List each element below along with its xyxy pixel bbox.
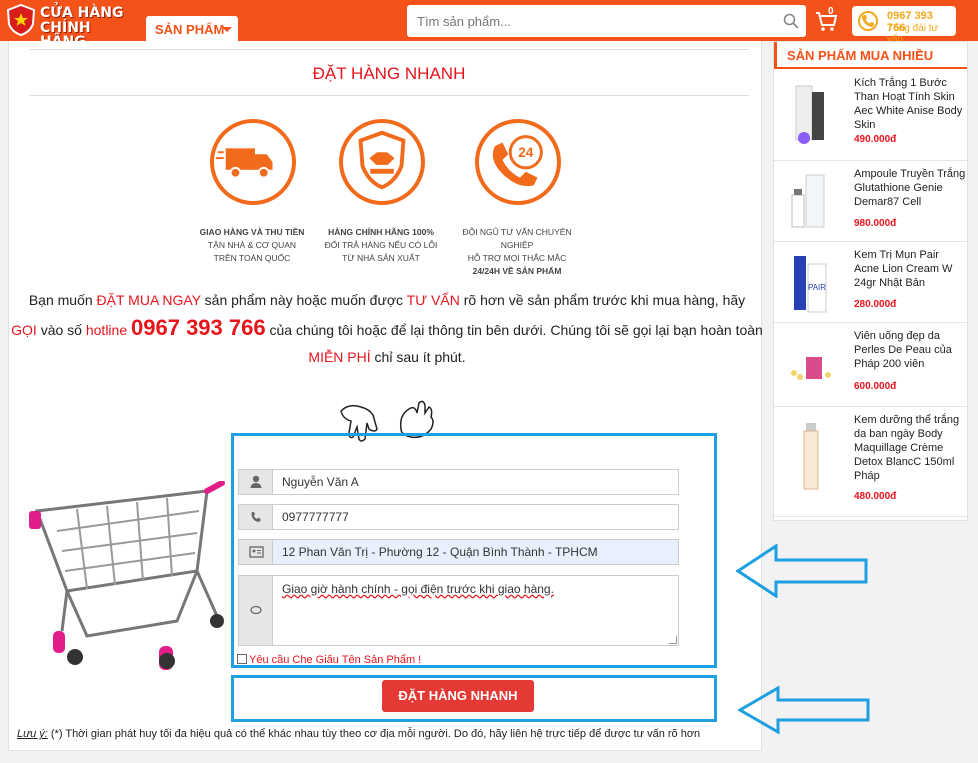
feature-title: ĐỘI NGŨ TƯ VẤN CHUYÊN NGHIỆP [462,227,572,250]
top-header: CỬA HÀNG CHÍNH HÃNG SẢN PHẨM 0 0967 393 … [0,0,978,49]
product-item[interactable]: Kem dưỡng thể trắng da ban ngày Body Maq… [774,407,967,517]
divider [29,95,749,96]
checkbox-label: Yêu cầu Che Giấu Tên Sản Phẩm ! [249,654,422,666]
search-icon[interactable] [783,13,799,29]
intro-text: chỉ sau ít phút. [370,349,466,365]
feature-line: ĐỔI TRẢ HÀNG NẾU CÓ LỖI [324,240,438,250]
search-input[interactable] [407,5,777,37]
product-thumbnail[interactable]: PAIR [782,250,840,320]
products-menu-label: SẢN PHẨM [155,22,225,37]
divider [29,49,749,50]
intro-text: của chúng tôi hoặc để lại thông tin bên … [265,322,763,338]
logo-text-line1: CỬA HÀNG [40,5,124,21]
left-arrow-annotation-icon [736,544,868,598]
intro-highlight: GỌI [11,322,37,338]
product-thumbnail[interactable] [782,421,840,491]
intro-highlight: MIỄN PHÍ [308,349,371,365]
phone-input[interactable] [274,505,678,529]
product-item[interactable]: Viên uống đẹp da Perles De Peau của Pháp… [774,323,967,407]
delivery-truck-icon [210,119,296,205]
product-thumbnail[interactable] [782,78,840,148]
quick-order-button[interactable]: ĐẶT HÀNG NHANH [382,680,534,712]
handshake-shield-icon [339,119,425,205]
product-price: 480.000đ [854,491,897,502]
comment-icon [239,576,273,645]
feature-line: TRÊN TOÀN QUỐC [213,253,291,263]
product-item[interactable]: Kích Trắng 1 Bước Than Hoạt Tính Skin Ae… [774,70,967,161]
checkbox[interactable] [237,654,247,664]
support-24h-icon: 24 [475,119,561,205]
product-thumbnail[interactable] [782,169,840,239]
product-price: 600.000đ [854,381,897,392]
product-price: 280.000đ [854,299,897,310]
svg-text:24: 24 [518,145,534,160]
sidebar-title-text: SẢN PHẨM MUA NHIỀU [787,48,934,63]
sidebar-title: SẢN PHẨM MUA NHIỀU [774,42,967,69]
note-textarea[interactable]: Giao giờ hành chính - gọi điện trước khi… [238,575,679,646]
search-bar [407,5,806,37]
note-text: (*) Thời gian phát huy tối đa hiệu quả c… [47,728,701,740]
product-price: 980.000đ [854,218,897,229]
intro-highlight: TƯ VẤN [406,292,460,308]
phone-icon [239,505,273,529]
page-title: ĐẶT HÀNG NHANH [312,64,466,83]
hide-product-name-checkbox[interactable]: Yêu cầu Che Giấu Tên Sản Phẩm ! [237,654,421,666]
hotline-button[interactable]: 0967 393 766 Tổng đài tư vấn [852,6,956,45]
phone-icon [858,11,878,31]
product-name[interactable]: Kem dưỡng thể trắng da ban ngày Body Maq… [854,413,966,483]
shopping-cart-illustration [29,481,225,670]
intro-highlight: hotline [85,322,128,338]
resize-handle[interactable] [669,636,677,644]
phone-field [238,504,679,530]
intro-hotline-number[interactable]: 0967 393 766 [131,315,266,340]
feature-line: 24/24H VỀ SẢN PHẨM [472,266,562,276]
intro-highlight: ĐẶT MUA NGAY [96,292,201,308]
intro-text: rõ hơn về sản phẩm trước khi mua hàng, h… [459,292,746,308]
cart-count-badge: 0 [828,6,834,17]
product-item[interactable]: PAIR Kem Trị Mụn Pair Acne Lion Cream W … [774,242,967,323]
product-price: 490.000đ [854,134,897,145]
feature-line: TỪ NHÀ SẢN XUẤT [342,253,420,263]
main-panel: ĐẶT HÀNG NHANH GIAO HÀNG VÀ THU TIỀN TẬN… [8,41,763,751]
feature-title: HÀNG CHÍNH HÃNG 100% [328,227,434,237]
disclaimer-note: Lưu ý: (*) Thời gian phát huy tối đa hiệ… [17,728,700,740]
note-value: Giao giờ hành chính - gọi điện trước khi… [282,582,554,596]
product-name[interactable]: Kích Trắng 1 Bước Than Hoạt Tính Skin Ae… [854,76,966,132]
intro-text: sản phẩm này hoặc muốn được [200,292,407,308]
feature-title: GIAO HÀNG VÀ THU TIỀN [199,227,305,237]
user-icon [239,470,273,494]
products-menu-button[interactable]: SẢN PHẨM [146,16,238,41]
name-input[interactable] [274,470,678,494]
address-field [238,539,679,565]
address-input[interactable] [274,540,678,564]
shield-logo-icon [6,4,36,36]
intro-paragraph: Bạn muốn ĐẶT MUA NGAY sản phẩm này hoặc … [11,287,763,371]
note-label: Lưu ý: [17,728,48,740]
address-card-icon [239,540,273,564]
product-name[interactable]: Ampoule Truyền Trắng Glutathione Genie D… [854,167,966,209]
product-name[interactable]: Viên uống đẹp da Perles De Peau của Pháp… [854,329,966,371]
logo[interactable]: CỬA HÀNG CHÍNH HÃNG [6,4,124,49]
feature-line: TẬN NHÀ & CƠ QUAN [207,240,297,250]
best-sellers-sidebar: SẢN PHẨM MUA NHIỀU Kích Trắng 1 Bước Tha… [773,41,968,521]
shopping-cart-icon[interactable] [813,7,839,33]
svg-text:PAIR: PAIR [808,283,826,292]
left-arrow-annotation-icon [738,686,870,735]
product-thumbnail[interactable] [782,331,840,401]
intro-text: Bạn muốn [28,292,97,308]
name-field [238,469,679,495]
feature-line: HỖ TRỢ MỌI THẮC MẮC [467,253,567,263]
chevron-down-icon [222,27,232,32]
intro-text: vào số [36,322,86,338]
product-name[interactable]: Kem Trị Mụn Pair Acne Lion Cream W 24gr … [854,248,966,290]
product-item[interactable]: Ampoule Truyền Trắng Glutathione Genie D… [774,161,967,242]
